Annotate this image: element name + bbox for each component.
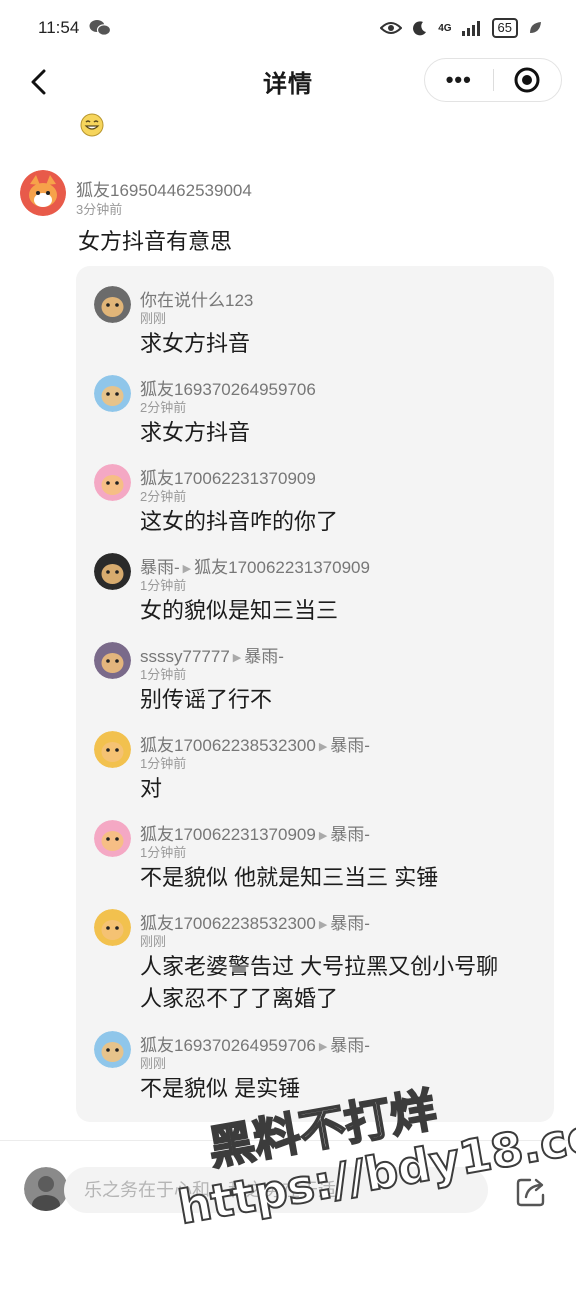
reply-time: 刚刚	[140, 1056, 167, 1071]
reply-text[interactable]: 人家老婆警告过 大号拉黑又创小号聊 人家忍不了了离婚了	[140, 951, 498, 1015]
target-icon	[514, 67, 540, 93]
reply-time: 2分钟前	[140, 489, 187, 504]
comment-input-container[interactable]	[64, 1167, 488, 1213]
fox-avatar-icon	[20, 170, 66, 216]
wechat-icon	[89, 20, 112, 36]
avatar-icon	[94, 553, 131, 590]
reply-text[interactable]: 不是貌似 他就是知三当三 实锤	[140, 862, 438, 894]
avatar-icon	[94, 642, 131, 679]
my-avatar[interactable]	[24, 1167, 68, 1211]
reply-text[interactable]: 不是貌似 是实锤	[140, 1073, 300, 1105]
avatar[interactable]	[94, 553, 131, 590]
capsule-menu: •••	[424, 58, 562, 102]
reply-arrow-icon: ▶	[232, 652, 242, 664]
status-time: 11:54	[38, 18, 80, 37]
share-button[interactable]	[514, 1173, 550, 1209]
reply-time: 1分钟前	[140, 578, 187, 593]
avatar[interactable]	[94, 286, 131, 323]
reply-arrow-icon: ▶	[182, 563, 192, 575]
reply-text[interactable]: 女的貌似是知三当三	[140, 595, 338, 627]
reply-time: 1分钟前	[140, 667, 187, 682]
eye-icon	[380, 22, 403, 34]
avatar[interactable]	[94, 375, 131, 412]
more-dots-icon: •••	[445, 67, 472, 92]
network-label: 4G	[438, 22, 452, 34]
status-right: 4G 65	[380, 18, 542, 38]
avatar[interactable]	[94, 1031, 131, 1068]
reply-user-name[interactable]: 狐友169370264959706 ▶ 暴雨-	[140, 1031, 370, 1056]
avatar[interactable]	[20, 170, 66, 216]
reply-arrow-icon: ▶	[318, 1041, 328, 1053]
avatar[interactable]	[94, 731, 131, 768]
battery-indicator: 65	[491, 18, 518, 38]
reply-target[interactable]: 暴雨-	[330, 736, 370, 755]
comment-input[interactable]	[64, 1178, 488, 1202]
reply-time: 刚刚	[140, 934, 167, 949]
reply-time: 2分钟前	[140, 400, 187, 415]
reply-text[interactable]: 这女的抖音咋的你了	[140, 506, 338, 538]
reply-list: 你在说什么123 刚刚 求女方抖音 狐友169370264959706 2分钟前 求女方抖…	[76, 266, 554, 1122]
leaf-icon	[530, 22, 541, 33]
avatar-icon	[94, 820, 131, 857]
close-miniprogram-button[interactable]	[494, 59, 562, 101]
reply-author[interactable]: 狐友170062238532300	[140, 914, 316, 933]
avatar[interactable]	[94, 909, 131, 946]
reply-arrow-icon: ▶	[318, 830, 328, 842]
nav-bar: 详情 •••	[0, 56, 576, 106]
reply-target[interactable]: 暴雨-	[330, 1036, 370, 1055]
status-left: 11:54	[38, 18, 112, 38]
avatar-icon	[94, 909, 131, 946]
moon-icon	[413, 21, 427, 36]
status-bar: 11:54 4G 65	[0, 0, 576, 56]
reply-text[interactable]: 别传谣了行不	[140, 684, 272, 716]
avatar-icon	[94, 731, 131, 768]
reply-time: 刚刚	[140, 311, 167, 326]
more-button[interactable]: •••	[425, 59, 493, 101]
reply-text[interactable]: 求女方抖音	[140, 328, 250, 360]
avatar-icon	[94, 375, 131, 412]
avatar-icon	[94, 286, 131, 323]
avatar-icon	[94, 464, 131, 501]
reply-arrow-icon: ▶	[318, 919, 328, 931]
share-icon	[516, 1178, 545, 1207]
user-photo-icon	[24, 1167, 68, 1211]
reply-target[interactable]: 狐友170062231370909	[194, 558, 370, 577]
comment-user-name[interactable]: 狐友169504462539004	[76, 176, 252, 201]
grin-emoji-icon	[80, 113, 104, 137]
comment-text[interactable]: 女方抖音有意思	[78, 224, 232, 256]
reply-text[interactable]: 对	[140, 773, 162, 805]
reply-author[interactable]: 狐友169370264959706	[140, 1036, 316, 1055]
comment-input-bar	[0, 1141, 576, 1280]
reply-user-name[interactable]: 狐友170062238532300 ▶ 暴雨-	[140, 909, 370, 934]
reply-arrow-icon: ▶	[318, 741, 328, 753]
reply-target[interactable]: 暴雨-	[244, 647, 284, 666]
signal-icon	[461, 21, 480, 36]
avatar[interactable]	[94, 642, 131, 679]
reply-time: 1分钟前	[140, 845, 187, 860]
reply-target[interactable]: 暴雨-	[330, 825, 370, 844]
reply-text[interactable]: 求女方抖音	[140, 417, 250, 449]
avatar[interactable]	[94, 820, 131, 857]
avatar-icon	[94, 1031, 131, 1068]
reply-target[interactable]: 暴雨-	[330, 914, 370, 933]
avatar[interactable]	[94, 464, 131, 501]
comment-time: 3分钟前	[76, 202, 123, 217]
reply-time: 1分钟前	[140, 756, 187, 771]
